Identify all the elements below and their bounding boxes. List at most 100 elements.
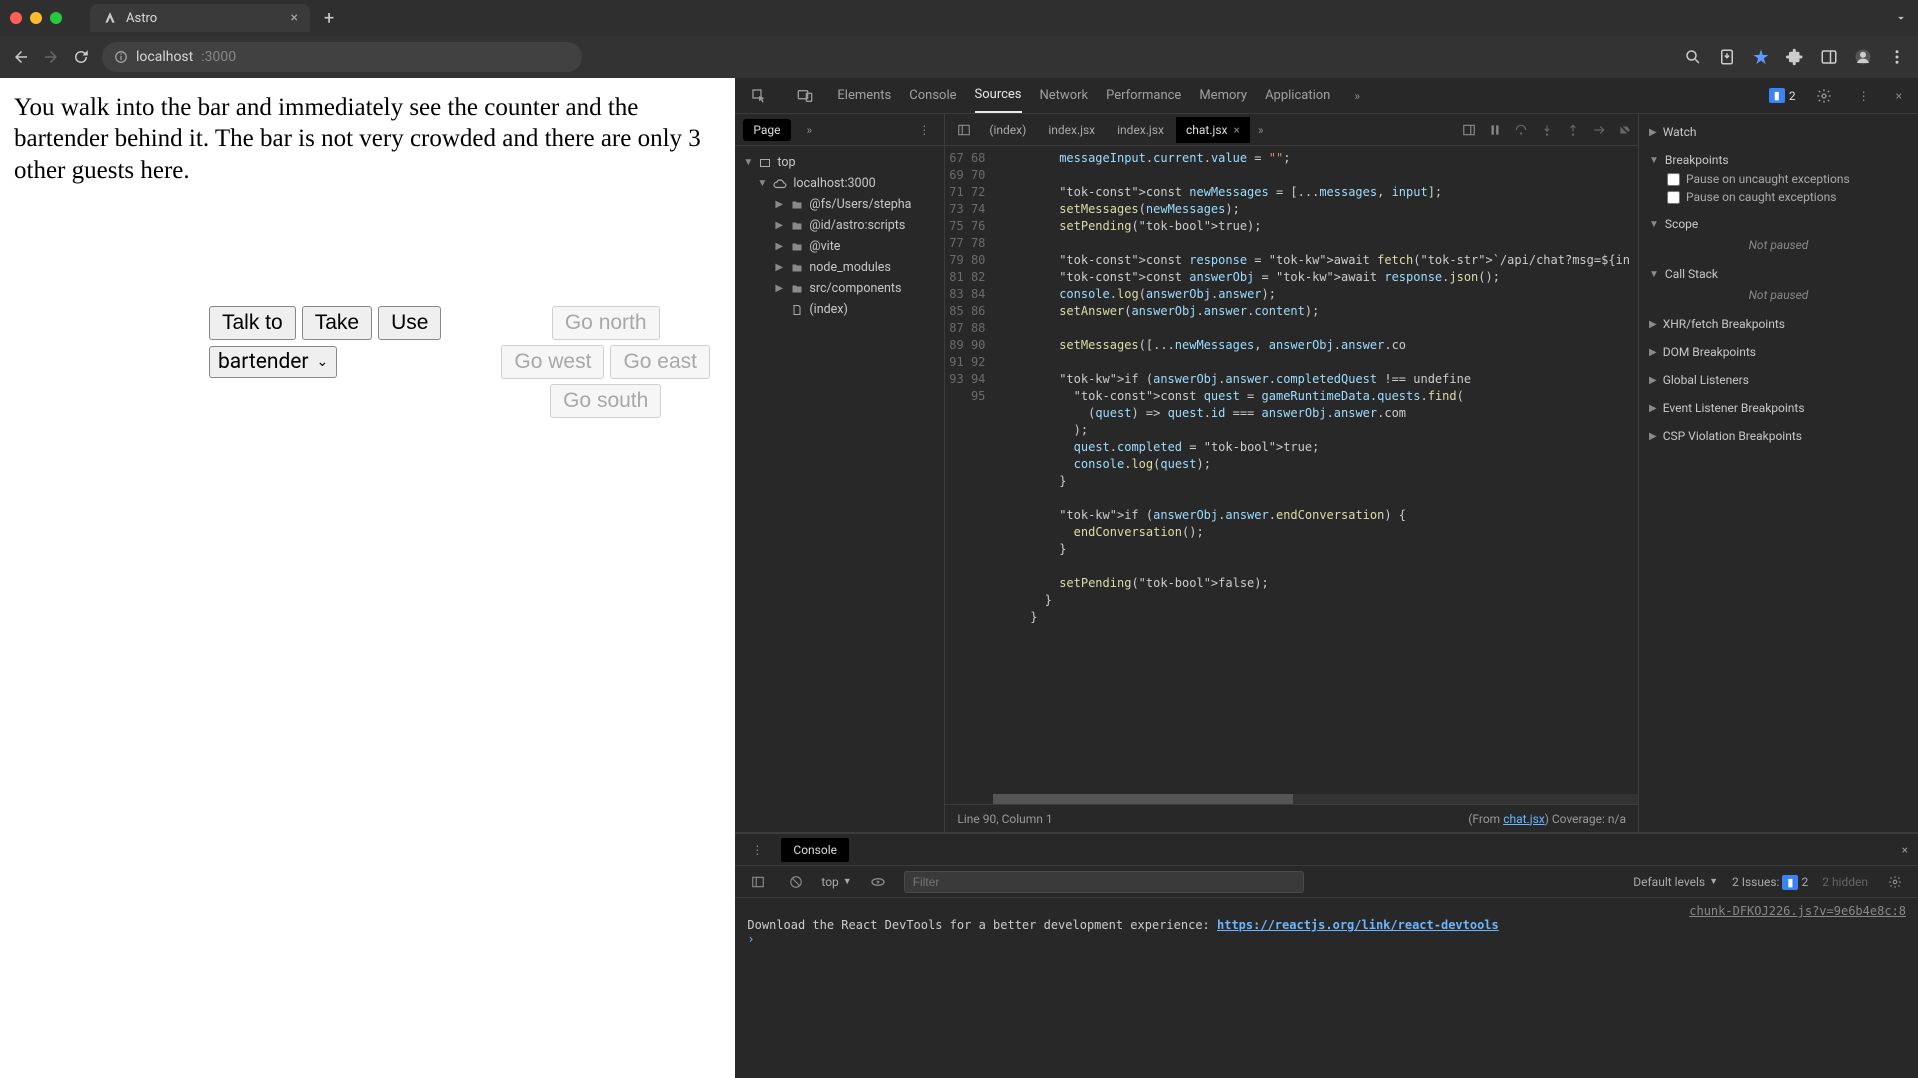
extensions-icon[interactable] bbox=[1786, 48, 1804, 66]
toggle-nav-icon[interactable] bbox=[951, 123, 977, 137]
sources-navigator: Page » ⋮ ▼top ▼localhost:3000 ▶@fs/Users… bbox=[735, 114, 945, 832]
scope-section[interactable]: ▼Scope bbox=[1649, 214, 1908, 234]
clear-console-icon[interactable] bbox=[783, 875, 809, 889]
bookmark-icon[interactable] bbox=[1752, 48, 1770, 66]
editor-tab-indexjsx2[interactable]: index.jsx bbox=[1107, 117, 1174, 143]
network-tab[interactable]: Network bbox=[1040, 79, 1089, 112]
csp-bp-section[interactable]: ▶CSP Violation Breakpoints bbox=[1649, 426, 1908, 446]
tree-folder[interactable]: ▶@vite bbox=[739, 236, 940, 257]
toggle-debug-pane-icon[interactable] bbox=[1462, 123, 1476, 137]
log-levels-dropdown[interactable]: Default levels ▼ bbox=[1633, 875, 1718, 889]
url-field[interactable]: localhost:3000 bbox=[102, 42, 582, 72]
step-into-icon[interactable] bbox=[1540, 123, 1554, 137]
device-toolbar-icon[interactable] bbox=[791, 88, 819, 104]
close-devtools-icon[interactable]: × bbox=[1890, 89, 1908, 103]
more-editor-tabs-icon[interactable]: » bbox=[1252, 123, 1270, 137]
horizontal-scrollbar[interactable] bbox=[993, 794, 1638, 804]
nav-menu-icon[interactable]: ⋮ bbox=[912, 123, 936, 137]
reload-button[interactable] bbox=[72, 48, 90, 66]
new-tab-button[interactable]: + bbox=[318, 8, 340, 29]
maximize-window-button[interactable] bbox=[50, 12, 62, 24]
search-icon[interactable] bbox=[1684, 48, 1702, 66]
tree-folder[interactable]: ▶src/components bbox=[739, 278, 940, 299]
console-sidebar-icon[interactable] bbox=[745, 875, 771, 889]
tree-top[interactable]: ▼top bbox=[739, 152, 940, 173]
go-north-button[interactable]: Go north bbox=[552, 306, 660, 340]
tree-file[interactable]: (index) bbox=[739, 299, 940, 320]
deactivate-bp-icon[interactable] bbox=[1618, 123, 1632, 137]
live-expr-icon[interactable] bbox=[864, 874, 892, 890]
issues-indicator[interactable]: ▮ 2 bbox=[1769, 88, 1796, 103]
issues-link[interactable]: 2 Issues: ▮ 2 bbox=[1732, 875, 1808, 889]
console-drawer-menu-icon[interactable]: ⋮ bbox=[745, 843, 769, 857]
step-over-icon[interactable] bbox=[1514, 123, 1528, 137]
application-tab[interactable]: Application bbox=[1265, 79, 1330, 112]
console-source-link[interactable]: chunk-DFKOJ226.js?v=9e6b4e8c:8 bbox=[1689, 904, 1906, 918]
talk-button[interactable]: Talk to bbox=[209, 306, 296, 340]
close-tab-icon[interactable]: × bbox=[291, 10, 298, 26]
hidden-count[interactable]: 2 hidden bbox=[1822, 875, 1868, 889]
devtools-menu-icon[interactable]: ⋮ bbox=[1852, 89, 1876, 103]
go-south-button[interactable]: Go south bbox=[550, 384, 661, 418]
editor-tab-indexjsx[interactable]: index.jsx bbox=[1038, 117, 1105, 143]
back-button[interactable] bbox=[12, 48, 30, 66]
forward-button[interactable] bbox=[42, 48, 60, 66]
browser-chrome: Astro × + localhost:3000 bbox=[0, 0, 1918, 78]
take-button[interactable]: Take bbox=[302, 306, 372, 340]
settings-icon[interactable] bbox=[1810, 88, 1838, 104]
step-out-icon[interactable] bbox=[1566, 123, 1580, 137]
source-file-link[interactable]: chat.jsx bbox=[1503, 812, 1545, 826]
pause-caught-checkbox[interactable]: Pause on caught exceptions bbox=[1649, 188, 1908, 206]
elements-tab[interactable]: Elements bbox=[837, 79, 891, 112]
global-listeners-section[interactable]: ▶Global Listeners bbox=[1649, 370, 1908, 390]
browser-tab[interactable]: Astro × bbox=[90, 4, 310, 32]
pause-icon[interactable] bbox=[1488, 123, 1502, 137]
page-nav-tab[interactable]: Page bbox=[743, 119, 790, 141]
callstack-section[interactable]: ▼Call Stack bbox=[1649, 264, 1908, 284]
profile-icon[interactable] bbox=[1854, 48, 1872, 66]
step-icon[interactable] bbox=[1592, 123, 1606, 137]
menu-icon[interactable] bbox=[1888, 48, 1906, 66]
tree-folder[interactable]: ▶node_modules bbox=[739, 257, 940, 278]
line-gutter: 67 68 69 70 71 72 73 74 75 76 77 78 79 8… bbox=[945, 146, 993, 804]
console-drawer-tab[interactable]: Console bbox=[781, 838, 849, 862]
pause-uncaught-checkbox[interactable]: Pause on uncaught exceptions bbox=[1649, 170, 1908, 188]
more-tabs-icon[interactable]: » bbox=[1348, 89, 1366, 103]
more-nav-tabs-icon[interactable]: » bbox=[801, 123, 819, 137]
sources-tab[interactable]: Sources bbox=[975, 78, 1022, 113]
code-editor[interactable]: 67 68 69 70 71 72 73 74 75 76 77 78 79 8… bbox=[945, 146, 1638, 804]
install-icon[interactable] bbox=[1718, 48, 1736, 66]
go-west-button[interactable]: Go west bbox=[501, 345, 604, 379]
sidepanel-icon[interactable] bbox=[1820, 48, 1838, 66]
watch-section[interactable]: ▶Watch bbox=[1649, 122, 1908, 142]
event-bp-section[interactable]: ▶Event Listener Breakpoints bbox=[1649, 398, 1908, 418]
memory-tab[interactable]: Memory bbox=[1199, 79, 1247, 112]
close-editor-tab-icon[interactable]: × bbox=[1233, 123, 1239, 137]
tree-folder[interactable]: ▶@id/astro:scripts bbox=[739, 215, 940, 236]
xhr-bp-section[interactable]: ▶XHR/fetch Breakpoints bbox=[1649, 314, 1908, 334]
editor-tab-index[interactable]: (index) bbox=[979, 117, 1036, 143]
performance-tab[interactable]: Performance bbox=[1106, 79, 1181, 112]
inspect-element-icon[interactable] bbox=[745, 88, 773, 104]
console-context[interactable]: top ▼ bbox=[821, 875, 851, 889]
console-tab[interactable]: Console bbox=[909, 79, 956, 112]
breakpoints-section[interactable]: ▼Breakpoints bbox=[1649, 150, 1908, 170]
target-dropdown[interactable]: bartender ⌄ bbox=[209, 346, 337, 378]
console-settings-icon[interactable] bbox=[1882, 875, 1908, 889]
close-window-button[interactable] bbox=[10, 12, 22, 24]
tabs-dropdown-icon[interactable] bbox=[1894, 11, 1908, 25]
dom-bp-section[interactable]: ▶DOM Breakpoints bbox=[1649, 342, 1908, 362]
use-button[interactable]: Use bbox=[378, 306, 441, 340]
console-output[interactable]: chunk-DFKOJ226.js?v=9e6b4e8c:8 Download … bbox=[735, 898, 1918, 1078]
site-info-icon[interactable] bbox=[114, 50, 128, 64]
go-east-button[interactable]: Go east bbox=[610, 345, 710, 379]
console-filter-input[interactable] bbox=[904, 871, 1304, 893]
close-drawer-icon[interactable]: × bbox=[1902, 843, 1908, 857]
tree-host[interactable]: ▼localhost:3000 bbox=[739, 173, 940, 194]
editor-tab-chatjsx[interactable]: chat.jsx× bbox=[1176, 117, 1250, 143]
react-devtools-link[interactable]: https://reactjs.org/link/react-devtools bbox=[1217, 918, 1499, 932]
tree-folder[interactable]: ▶@fs/Users/stepha bbox=[739, 194, 940, 215]
minimize-window-button[interactable] bbox=[30, 12, 42, 24]
target-value: bartender bbox=[218, 350, 309, 374]
console-prompt[interactable]: › bbox=[747, 932, 1906, 946]
